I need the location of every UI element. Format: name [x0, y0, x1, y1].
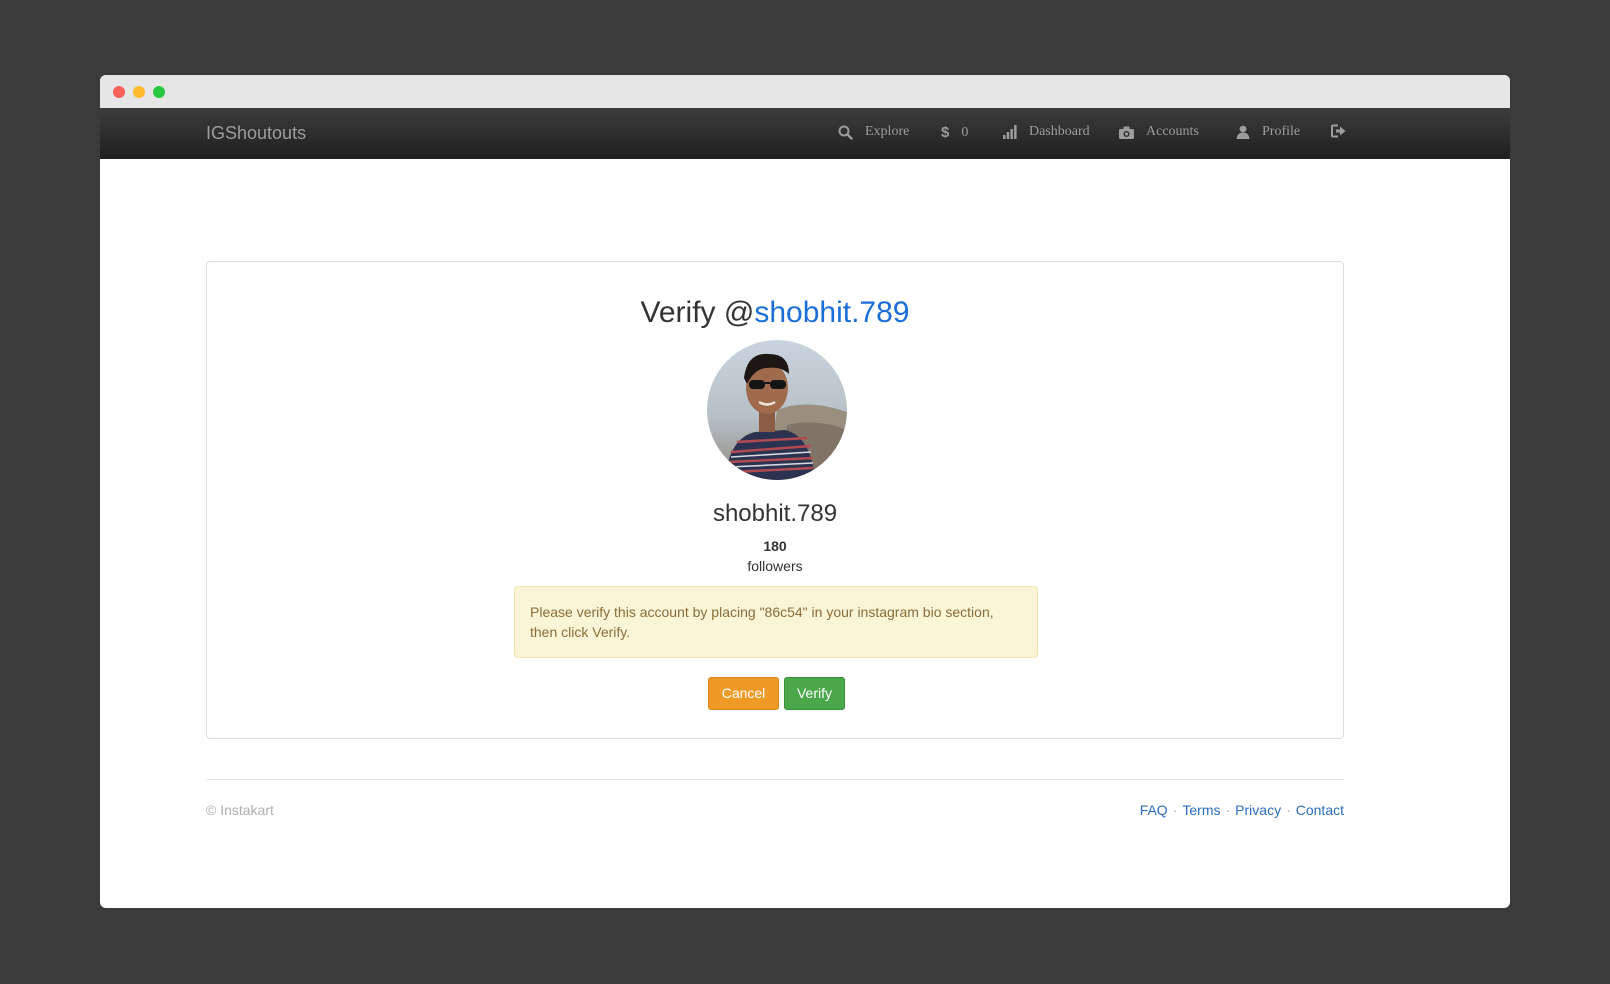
avatar-photo [707, 340, 847, 480]
nav-profile-label: Profile [1262, 124, 1301, 139]
footer-links: FAQ · Terms · Privacy · Contact [1140, 802, 1344, 818]
footer-copyright: © Instakart [206, 802, 274, 818]
followers-label: followers [747, 558, 803, 574]
cancel-button[interactable]: Cancel [708, 677, 779, 710]
account-handle-link[interactable]: shobhit.789 [754, 296, 909, 329]
nav-profile[interactable]: Profile [1236, 124, 1300, 140]
verify-panel: Verify @shobhit.789 shobhit.789 180 foll… [206, 261, 1344, 739]
close-window-button[interactable] [113, 86, 125, 98]
contact-link[interactable]: Contact [1296, 802, 1344, 818]
nav-explore-label: Explore [865, 124, 910, 139]
footer-separator: · [1225, 802, 1231, 818]
camera-icon [1119, 126, 1134, 139]
faq-link[interactable]: FAQ [1140, 802, 1168, 818]
window-titlebar [100, 75, 1510, 108]
nav-explore[interactable]: Explore [838, 124, 909, 140]
terms-link[interactable]: Terms [1182, 802, 1220, 818]
verify-button[interactable]: Verify [784, 677, 845, 710]
top-navbar: IGShoutouts Explore $ 0 Dashboard Accoun… [100, 108, 1510, 159]
nav-accounts-label: Accounts [1146, 124, 1199, 139]
footer-separator: · [1172, 802, 1178, 818]
user-icon [1236, 125, 1250, 139]
nav-dashboard-label: Dashboard [1029, 124, 1090, 139]
nav-dashboard[interactable]: Dashboard [1003, 124, 1090, 140]
nav-balance-value: 0 [961, 124, 969, 140]
browser-window: IGShoutouts Explore $ 0 Dashboard Accoun… [100, 75, 1510, 908]
signal-bars-icon [1003, 125, 1017, 139]
nav-balance[interactable]: $ 0 [941, 124, 968, 141]
verify-title-prefix: Verify @ [640, 296, 755, 329]
maximize-window-button[interactable] [153, 86, 165, 98]
dollar-icon: $ [941, 124, 950, 141]
logout-icon [1331, 124, 1346, 138]
search-icon [838, 125, 853, 140]
footer-divider [206, 779, 1344, 780]
page-title: Verify @shobhit.789 [207, 296, 1343, 330]
nav-logout[interactable] [1331, 124, 1346, 138]
privacy-link[interactable]: Privacy [1235, 802, 1281, 818]
footer-separator: · [1286, 802, 1291, 818]
brand-link[interactable]: IGShoutouts [206, 123, 306, 144]
verification-alert: Please verify this account by placing "8… [514, 586, 1038, 658]
nav-accounts[interactable]: Accounts [1119, 124, 1199, 140]
minimize-window-button[interactable] [133, 86, 145, 98]
avatar [707, 340, 847, 480]
account-username: shobhit.789 [712, 500, 838, 527]
followers-count: 180 [763, 538, 787, 554]
